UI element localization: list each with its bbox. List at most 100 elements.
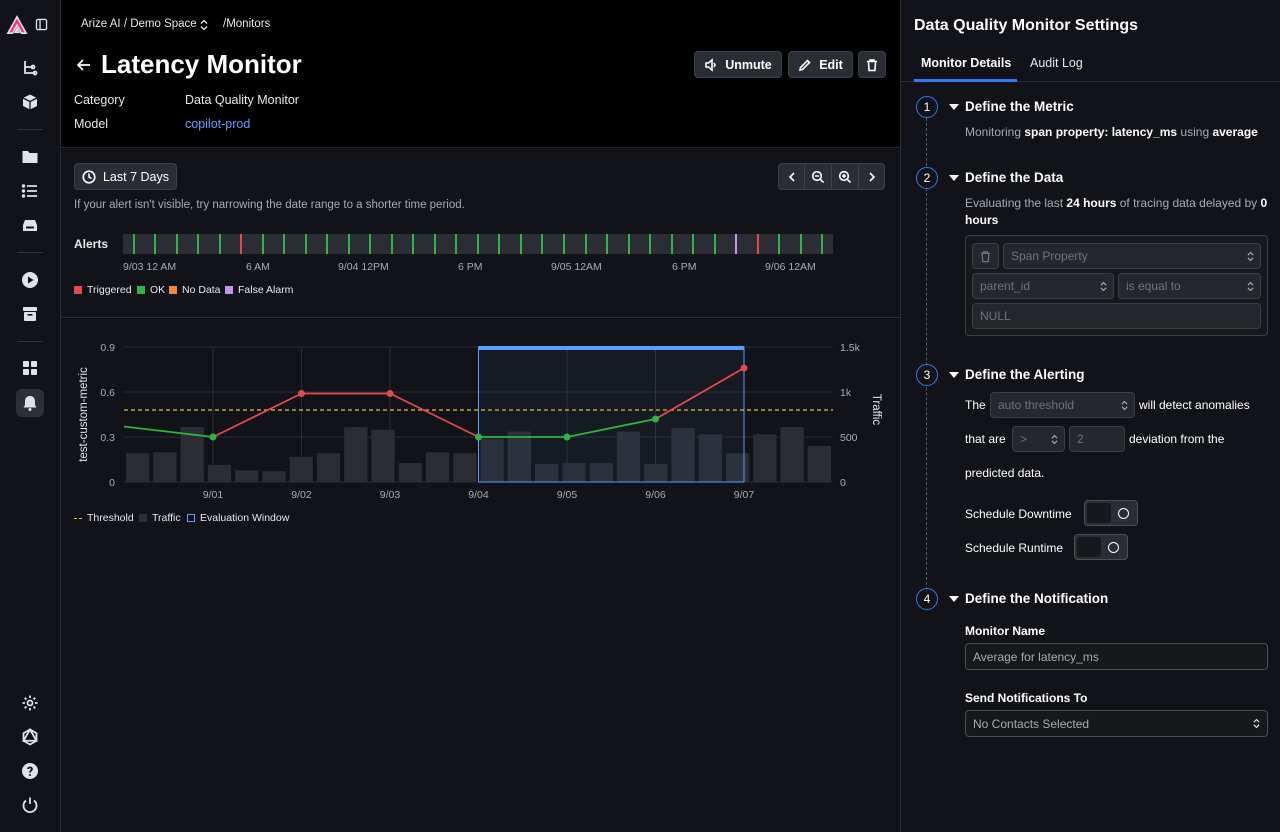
alert-tick-ok[interactable] [412, 234, 414, 254]
operator-select[interactable]: is equal to [1118, 273, 1261, 299]
alert-tick-ok[interactable] [628, 234, 630, 254]
traffic-bar[interactable] [453, 453, 477, 482]
traffic-bar[interactable] [780, 427, 804, 482]
alert-tick-ok[interactable] [219, 234, 221, 254]
alerts-timeline[interactable] [123, 234, 833, 254]
alert-tick-triggered[interactable] [240, 234, 242, 254]
caret-down-icon[interactable] [949, 372, 959, 378]
traffic-bar[interactable] [316, 453, 341, 482]
alert-tick-ok[interactable] [455, 234, 457, 254]
metric-point[interactable] [475, 433, 482, 441]
monitors-breadcrumb[interactable]: /Monitors [223, 18, 270, 30]
monitors-bell-icon[interactable] [19, 392, 41, 414]
alert-tick-ok[interactable] [585, 234, 587, 254]
metric-point[interactable] [386, 390, 394, 397]
property-type-select[interactable]: Span Property [1003, 243, 1261, 269]
alert-tick-ok[interactable] [348, 234, 350, 254]
traffic-bar[interactable] [126, 453, 150, 482]
threshold-type-select[interactable]: auto threshold [990, 392, 1135, 418]
evaluation-window[interactable] [478, 346, 745, 483]
archive-icon[interactable] [19, 303, 41, 325]
alert-tick-ok[interactable] [649, 234, 651, 254]
caret-down-icon[interactable] [949, 175, 959, 181]
graphql-icon[interactable] [19, 726, 41, 748]
power-icon[interactable] [19, 794, 41, 816]
traffic-bar[interactable] [344, 427, 368, 482]
alert-tick-ok[interactable] [369, 234, 371, 254]
alert-tick-ok[interactable] [391, 234, 393, 254]
next-period-button[interactable] [858, 163, 885, 190]
edit-button[interactable]: Edit [788, 51, 853, 78]
datasets-icon[interactable] [19, 214, 41, 236]
alert-tick-ok[interactable] [541, 234, 543, 254]
alert-tick-ok[interactable] [520, 234, 522, 254]
alert-tick-ok[interactable] [671, 234, 673, 254]
caret-down-icon[interactable] [949, 596, 959, 602]
delete-filter-button[interactable] [972, 243, 999, 269]
help-icon[interactable] [19, 760, 41, 782]
tab-audit-log[interactable]: Audit Log [1030, 56, 1083, 70]
delete-button[interactable] [858, 51, 886, 78]
prev-period-button[interactable] [778, 163, 805, 190]
metric-point[interactable] [209, 433, 217, 441]
alert-tick-ok[interactable] [176, 234, 178, 254]
traffic-bar[interactable] [753, 434, 777, 482]
traffic-bar[interactable] [371, 429, 395, 482]
schedule-runtime-toggle[interactable] [1074, 534, 1128, 560]
alert-tick-ok[interactable] [133, 234, 135, 254]
metric-point[interactable] [652, 415, 659, 423]
play-icon[interactable] [19, 269, 41, 291]
alert-tick-ok[interactable] [477, 234, 479, 254]
dashboard-grid-icon[interactable] [19, 357, 41, 379]
filter-value-input[interactable]: NULL [972, 303, 1261, 329]
alert-tick-triggered[interactable] [757, 234, 759, 254]
alert-tick-ok[interactable] [326, 234, 328, 254]
property-name-select[interactable]: parent_id [972, 273, 1114, 299]
traffic-bar[interactable] [807, 446, 831, 482]
traffic-bar[interactable] [425, 452, 450, 482]
settings-gear-icon[interactable] [19, 692, 41, 714]
contacts-select[interactable]: No Contacts Selected [965, 710, 1268, 737]
alert-tick-ok[interactable] [606, 234, 608, 254]
traffic-bar[interactable] [207, 464, 232, 482]
model-link[interactable]: copilot-prod [185, 117, 250, 131]
zoom-in-button[interactable] [831, 163, 859, 190]
traffic-bar[interactable] [235, 470, 259, 482]
metric-point[interactable] [563, 433, 571, 441]
alert-tick-ok[interactable] [262, 234, 264, 254]
metric-chart[interactable]: 0.9 1.5k 0.6 1k 0.3 500 0 0 9/01 9/02 9/03 9/04 9/05… [61, 319, 900, 509]
space-selector-icon[interactable] [200, 19, 208, 34]
alert-tick-ok[interactable] [197, 234, 199, 254]
monitor-name-input[interactable]: Average for latency_ms [965, 643, 1268, 670]
traffic-bar[interactable] [289, 456, 313, 482]
alert-tick-ok[interactable] [283, 234, 285, 254]
list-icon[interactable] [19, 180, 41, 202]
models-cube-icon[interactable] [19, 91, 41, 113]
alert-tick-ok[interactable] [498, 234, 500, 254]
comparison-select[interactable]: > [1012, 426, 1065, 452]
alert-tick-ok[interactable] [305, 234, 307, 254]
schedule-downtime-toggle[interactable] [1084, 500, 1138, 526]
zoom-out-button[interactable] [804, 163, 832, 190]
step-title[interactable]: Define the Metric [965, 99, 1074, 114]
caret-down-icon[interactable] [949, 104, 959, 110]
space-breadcrumb[interactable]: Arize AI / Demo Space [81, 18, 197, 30]
collapse-sidebar-icon[interactable] [32, 15, 50, 33]
alert-tick-ok[interactable] [821, 234, 823, 254]
traffic-bar[interactable] [398, 463, 422, 482]
back-arrow-icon[interactable] [75, 56, 93, 74]
date-range-button[interactable]: Last 7 Days [74, 163, 177, 190]
alert-tick-false-alarm[interactable] [735, 234, 737, 254]
metric-point[interactable] [740, 364, 748, 372]
step-title[interactable]: Define the Notification [965, 591, 1108, 606]
traffic-bar[interactable] [153, 452, 177, 482]
alert-tick-ok[interactable] [800, 234, 802, 254]
logo-icon[interactable] [5, 14, 29, 36]
alert-tick-ok[interactable] [778, 234, 780, 254]
alert-tick-ok[interactable] [714, 234, 716, 254]
alert-tick-ok[interactable] [692, 234, 694, 254]
std-deviation-input[interactable]: 2 [1069, 426, 1125, 452]
alert-tick-ok[interactable] [563, 234, 565, 254]
step-title[interactable]: Define the Data [965, 170, 1063, 185]
alert-tick-ok[interactable] [154, 234, 156, 254]
